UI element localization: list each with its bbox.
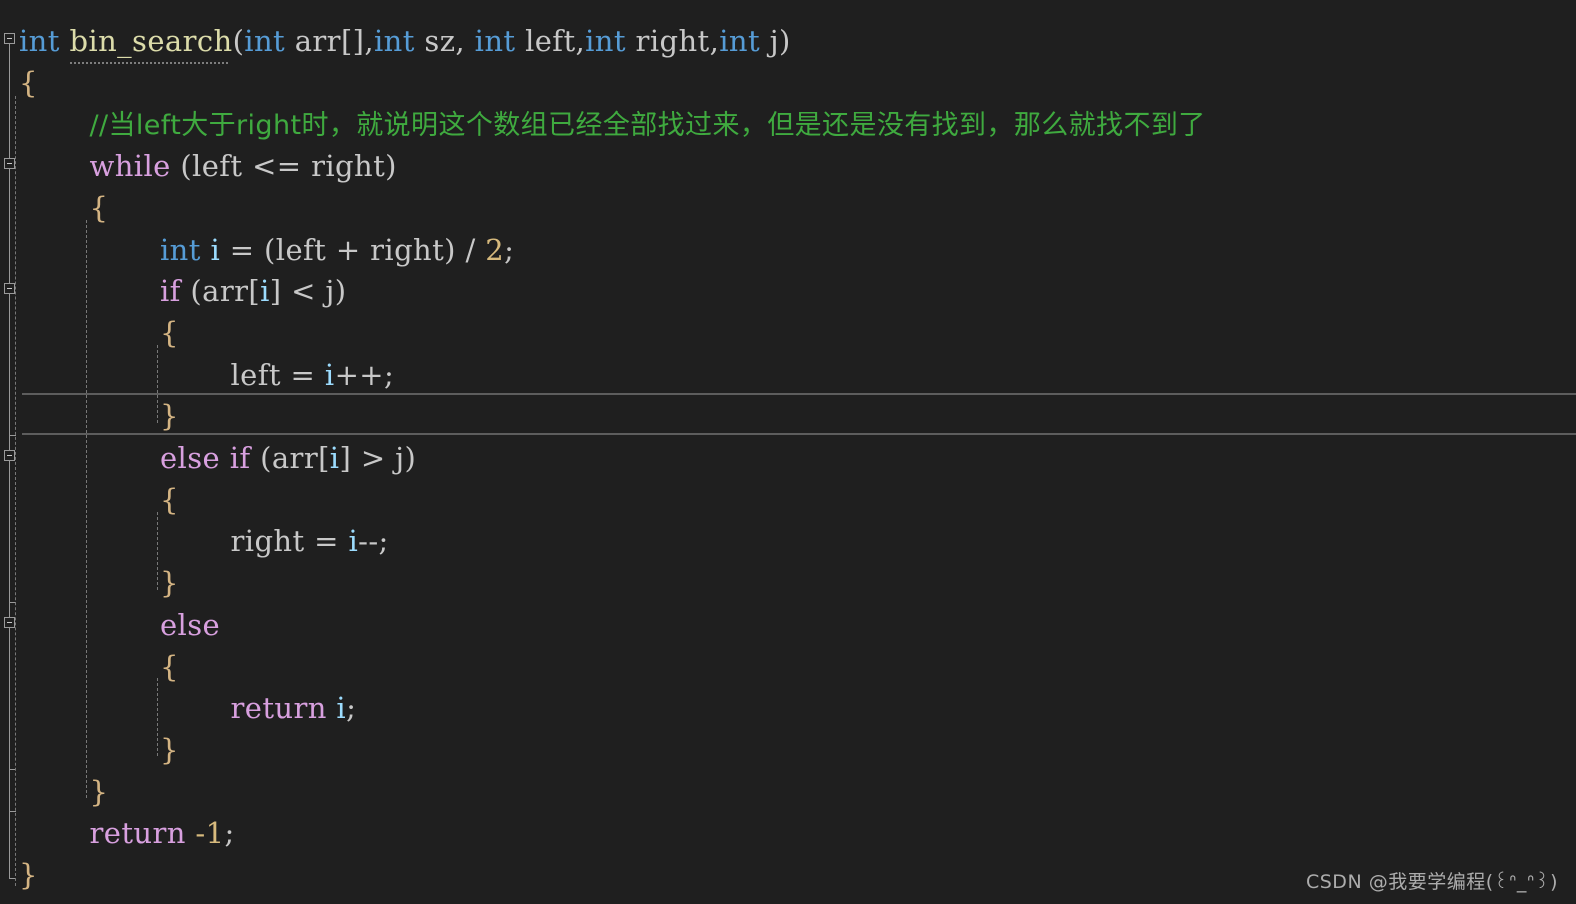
code-line[interactable]: } — [160, 395, 179, 437]
code-token-variable: i — [210, 232, 221, 267]
code-line[interactable]: int i = (left + right) / 2; — [160, 229, 514, 271]
code-token-plain: (arr[ — [180, 274, 261, 309]
code-line[interactable]: right = i--; — [231, 520, 389, 562]
code-token-plain: right = — [230, 524, 349, 559]
code-token-brace: { — [160, 482, 179, 517]
code-token-plain: arr[], — [285, 24, 374, 58]
code-line[interactable]: return -1; — [90, 812, 235, 854]
code-line[interactable]: } — [90, 771, 109, 813]
code-token-keyword: int — [19, 24, 60, 58]
code-token-plain: j) — [760, 24, 791, 58]
code-token-plain: (left <= right) — [170, 149, 397, 184]
code-editor-surface[interactable]: int bin_search (int arr[],int sz, int lef… — [0, 0, 1576, 904]
code-token-brace: } — [19, 858, 38, 892]
code-token-plain: ++; — [334, 357, 395, 392]
code-line[interactable]: if (arr[i] < j) — [160, 270, 347, 312]
code-token-brace: { — [160, 649, 179, 684]
code-token-function: bin_search — [69, 24, 232, 64]
code-line[interactable]: return i; — [231, 687, 357, 729]
code-token-control: return — [89, 816, 186, 851]
code-token-brace: { — [89, 190, 109, 225]
code-line[interactable]: else if (arr[i] > j) — [160, 437, 416, 479]
code-token-brace: } — [160, 566, 179, 601]
code-token-keyword: int — [244, 24, 286, 58]
partial-next-line: int main() — [22, 896, 542, 904]
code-line[interactable]: int bin_search (int arr[],int sz, int lef… — [19, 20, 791, 64]
code-token-plain: ( — [232, 24, 245, 58]
code-token-variable: i — [336, 691, 347, 726]
code-token-plain: --; — [358, 524, 389, 559]
code-token-brace: { — [19, 65, 38, 100]
code-token-comment: //当left大于right时，就说明这个数组已经全部找过来，但是还是没有找到，… — [89, 110, 1206, 142]
code-token-plain: (arr[ — [250, 441, 330, 475]
code-token-variable: i — [324, 357, 335, 392]
code-line[interactable]: //当left大于right时，就说明这个数组已经全部找过来，但是还是没有找到，… — [90, 103, 1206, 145]
code-token-keyword: int — [374, 24, 415, 58]
code-token-plain: sz, — [414, 24, 475, 58]
code-token-control: while — [89, 149, 171, 184]
csdn-watermark: CSDN @我要学编程(꒰ᐢ_ᐢ꒱) — [1305, 871, 1558, 893]
code-token-number: 2 — [485, 232, 505, 267]
code-token-plain: ; — [504, 232, 515, 267]
code-token-plain: ; — [346, 691, 357, 726]
code-token-plain: right, — [625, 24, 720, 58]
code-token-number: -1 — [195, 816, 225, 851]
code-line[interactable]: left = i++; — [231, 354, 395, 396]
code-token-plain: ; — [224, 816, 235, 851]
code-token-control: return — [230, 691, 327, 726]
code-token-plain: left, — [515, 24, 586, 58]
code-token-control: if — [229, 441, 251, 475]
code-line[interactable]: } — [160, 729, 179, 771]
code-token-plain: ] < j) — [269, 274, 347, 309]
code-text-layer[interactable]: int bin_search (int arr[],int sz, int lef… — [0, 0, 1576, 904]
code-token-variable: i — [348, 524, 359, 559]
code-line[interactable]: { — [160, 312, 179, 354]
code-token-brace: } — [89, 774, 109, 809]
code-token-plain: ] > j) — [339, 441, 417, 475]
code-token-keyword: int — [160, 232, 201, 267]
code-line[interactable]: else — [160, 604, 220, 646]
code-line[interactable]: { — [19, 62, 38, 104]
code-token-variable: i — [260, 274, 270, 309]
code-line[interactable]: { — [160, 479, 179, 521]
code-token-keyword: int — [585, 24, 626, 58]
code-token-control: else — [160, 441, 221, 475]
intellisense-suggestion-underline[interactable] — [69, 62, 230, 64]
code-token-plain: left = — [230, 357, 325, 392]
code-token-control: if — [160, 274, 181, 309]
code-line[interactable]: while (left <= right) — [90, 145, 397, 187]
code-token-brace: { — [160, 315, 179, 350]
code-line[interactable]: } — [19, 854, 38, 896]
code-token-keyword: int — [474, 24, 516, 58]
code-token-brace: } — [160, 399, 179, 434]
code-line[interactable]: { — [160, 646, 179, 688]
code-line[interactable]: } — [160, 562, 179, 604]
code-token-plain: = (left + right) / — [220, 232, 486, 267]
code-token-brace: } — [160, 732, 179, 767]
code-line[interactable]: { — [90, 187, 109, 229]
code-token-keyword: int — [719, 24, 761, 58]
code-token-control: else — [160, 607, 221, 642]
